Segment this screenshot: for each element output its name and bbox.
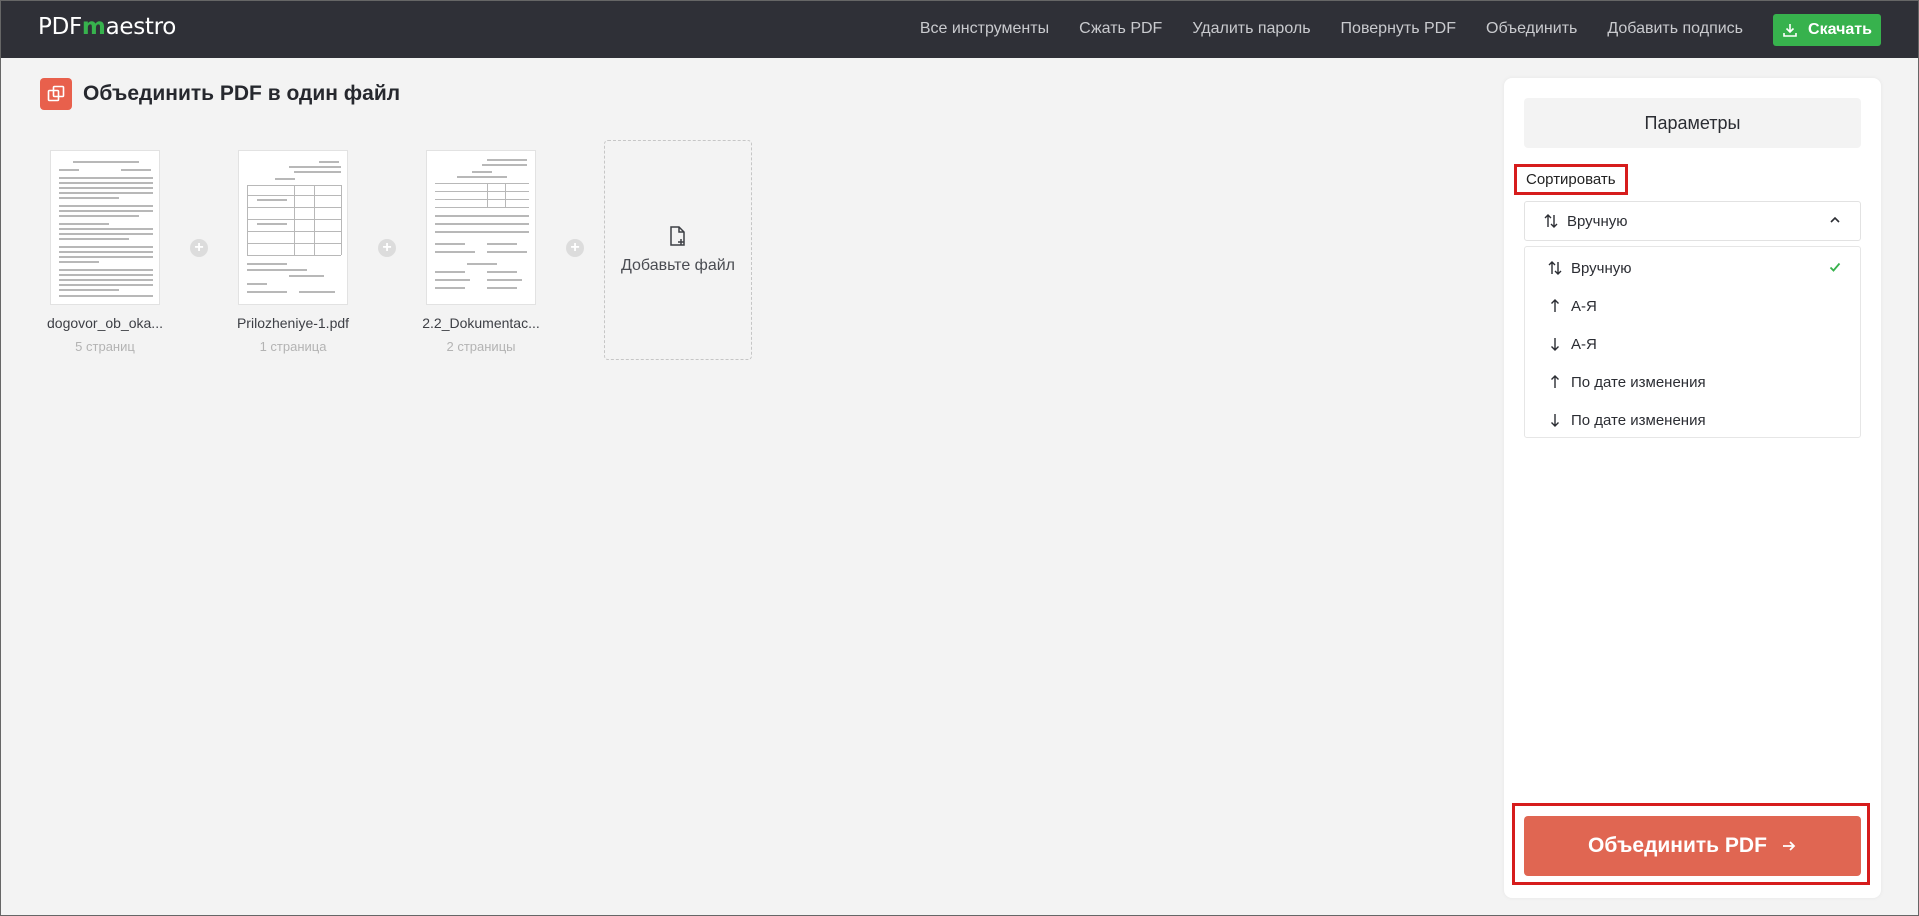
sort-options-list: Вручную А-Я А-Я По дате изменения По дат… bbox=[1524, 246, 1861, 438]
top-header: PDFmaestro Все инструменты Сжать PDF Уда… bbox=[0, 0, 1919, 58]
insert-between-icon[interactable]: + bbox=[190, 239, 208, 257]
add-file-icon bbox=[670, 226, 685, 246]
insert-between-icon[interactable]: + bbox=[566, 239, 584, 257]
file-thumbnail bbox=[426, 150, 536, 305]
logo-prefix: PDF bbox=[38, 14, 82, 40]
file-card[interactable]: Prilozheniye-1.pdf 1 страница bbox=[228, 150, 358, 354]
logo-mark: m bbox=[81, 14, 106, 40]
option-label: По дате изменения bbox=[1571, 411, 1706, 429]
insert-between-icon[interactable]: + bbox=[378, 239, 396, 257]
arrow-up-icon bbox=[1551, 299, 1559, 312]
file-thumbnail bbox=[50, 150, 160, 305]
sort-selected-value: Вручную bbox=[1567, 212, 1628, 230]
parameters-panel: Параметры Сортировать Вручную Вручную А-… bbox=[1504, 78, 1881, 898]
main-nav: Все инструменты Сжать PDF Удалить пароль… bbox=[920, 0, 1743, 58]
sort-label: Сортировать bbox=[1514, 164, 1628, 195]
option-label: По дате изменения bbox=[1571, 373, 1706, 391]
file-page-count: 5 страниц bbox=[75, 339, 135, 354]
merge-pdf-button[interactable]: Объединить PDF bbox=[1524, 816, 1861, 876]
page-title: Объединить PDF в один файл bbox=[83, 82, 401, 105]
file-thumbnail bbox=[238, 150, 348, 305]
download-label: Скачать bbox=[1808, 21, 1872, 38]
add-file-label: Добавьте файл bbox=[620, 257, 736, 274]
nav-rotate-pdf[interactable]: Повернуть PDF bbox=[1341, 20, 1456, 38]
panel-title: Параметры bbox=[1524, 98, 1861, 148]
sort-both-icon bbox=[1544, 214, 1558, 228]
nav-all-tools[interactable]: Все инструменты bbox=[920, 20, 1049, 38]
sort-option-date-asc[interactable]: По дате изменения bbox=[1525, 363, 1860, 401]
file-card[interactable]: dogovor_ob_oka... 5 страниц bbox=[40, 150, 170, 354]
nav-compress-pdf[interactable]: Сжать PDF bbox=[1079, 20, 1162, 38]
check-icon bbox=[1829, 262, 1841, 272]
download-button[interactable]: Скачать bbox=[1773, 14, 1881, 46]
nav-add-signature[interactable]: Добавить подпись bbox=[1607, 20, 1743, 38]
sort-select[interactable]: Вручную bbox=[1524, 201, 1861, 241]
chevron-up-icon bbox=[1830, 216, 1840, 223]
file-page-count: 1 страница bbox=[259, 339, 327, 354]
option-label: А-Я bbox=[1571, 335, 1597, 353]
sort-option-az-desc[interactable]: А-Я bbox=[1525, 325, 1860, 363]
sort-option-manual[interactable]: Вручную bbox=[1525, 249, 1860, 287]
logo-suffix: aestro bbox=[105, 14, 177, 40]
sort-both-icon bbox=[1548, 261, 1562, 275]
option-label: Вручную bbox=[1571, 259, 1632, 277]
file-name: 2.2_Dokumentac... bbox=[422, 315, 540, 331]
nav-remove-password[interactable]: Удалить пароль bbox=[1192, 20, 1310, 38]
logo[interactable]: PDFmaestro bbox=[38, 14, 176, 40]
merge-icon bbox=[40, 78, 72, 110]
arrow-down-icon bbox=[1551, 414, 1559, 427]
option-label: А-Я bbox=[1571, 297, 1597, 315]
nav-merge[interactable]: Объединить bbox=[1486, 20, 1577, 38]
download-icon bbox=[1783, 24, 1797, 37]
arrow-right-icon bbox=[1782, 841, 1796, 851]
sort-option-date-desc[interactable]: По дате изменения bbox=[1525, 401, 1860, 439]
arrow-down-icon bbox=[1551, 338, 1559, 351]
merge-pdf-label: Объединить PDF bbox=[1588, 834, 1767, 857]
page-title-block: Объединить PDF в один файл bbox=[40, 78, 400, 110]
sort-option-az-asc[interactable]: А-Я bbox=[1525, 287, 1860, 325]
file-name: Prilozheniye-1.pdf bbox=[236, 315, 350, 331]
add-file-dropzone[interactable]: Добавьте файл bbox=[604, 140, 752, 360]
file-name: dogovor_ob_oka... bbox=[47, 315, 163, 331]
arrow-up-icon bbox=[1551, 375, 1559, 388]
file-page-count: 2 страницы bbox=[446, 339, 516, 354]
file-card[interactable]: 2.2_Dokumentac... 2 страницы bbox=[416, 150, 546, 354]
